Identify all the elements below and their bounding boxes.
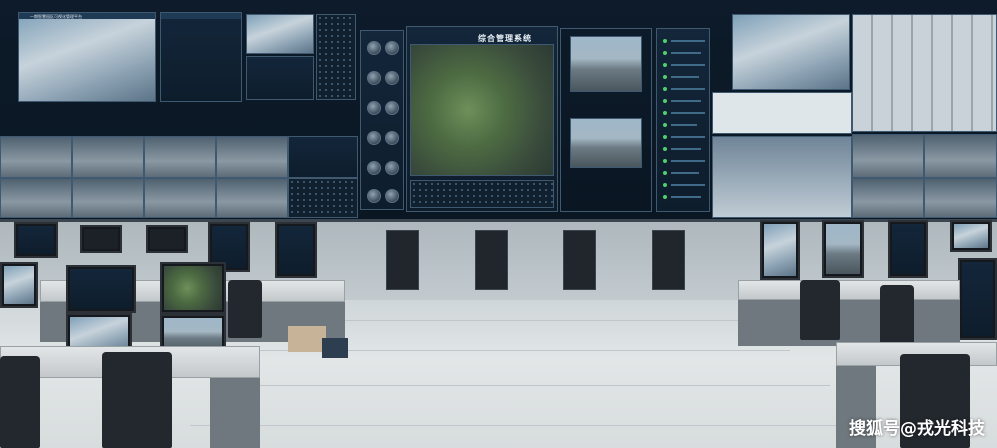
floor-box (288, 326, 326, 352)
wall-cam-14 (924, 178, 997, 218)
main-system-title: 综合管理系统 (478, 34, 532, 43)
monitor-right-5 (958, 258, 997, 340)
server-cabinet-3 (563, 230, 596, 290)
wall-screen-3d-floorplan (712, 136, 852, 218)
wall-screen-cam-frame (560, 28, 652, 212)
monitor-right-4 (950, 220, 992, 252)
monitor-left-5 (275, 222, 317, 278)
wall-screen-building (246, 14, 314, 54)
control-room-photo: 一期智慧园区可视化管理平台 综合管理系统 搜狐号@戎光科技 (0, 0, 997, 448)
wall-cam-13 (852, 178, 924, 218)
wall-cam-12 (924, 134, 997, 178)
monitor-front-3 (160, 262, 226, 314)
monitor-left-1 (14, 222, 58, 258)
left-panel-title: 一期智慧园区可视化管理平台 (30, 14, 82, 19)
wall-screen-aerial-map (410, 44, 554, 176)
chair-1 (0, 356, 40, 448)
wall-screen-server-room (852, 14, 997, 132)
monitor-front-2 (66, 265, 136, 313)
floor-bag (322, 338, 348, 358)
server-cabinet-4 (652, 230, 685, 290)
wall-cam-10 (288, 178, 358, 218)
wall-cam-9 (216, 178, 288, 218)
chair-5 (880, 285, 914, 345)
monitor-left-2 (80, 225, 122, 253)
monitor-right-1 (760, 220, 800, 280)
wall-cam-11 (852, 134, 924, 178)
watermark-text: 搜狐号@戎光科技 (849, 419, 985, 439)
wall-screen-city-3d (732, 14, 850, 90)
chair-4 (800, 280, 840, 340)
chair-2 (102, 352, 172, 448)
wall-screen-diagram (712, 92, 852, 134)
desk-right-back (738, 280, 960, 300)
chair-3 (228, 280, 262, 338)
monitor-left-3 (146, 225, 188, 253)
wall-screen-campus-3d (18, 12, 156, 102)
wall-cam-3 (144, 136, 216, 178)
wall-cam-4 (216, 136, 288, 178)
wall-cam-1 (0, 136, 72, 178)
monitor-front-1 (0, 262, 38, 308)
wall-screen-device-list (656, 28, 710, 212)
wall-cam-5 (288, 136, 358, 178)
wall-cam-7 (72, 178, 144, 218)
wall-cam-2 (72, 136, 144, 178)
server-cabinet-1 (386, 230, 419, 290)
monitor-right-2 (822, 220, 864, 278)
wall-screen-panel (316, 14, 356, 100)
wall-screen-bottom-toolbar (410, 180, 554, 208)
wall-screen-dashboard (160, 12, 242, 102)
wall-cam-8 (144, 178, 216, 218)
wall-cam-6 (0, 178, 72, 218)
wall-screen-knob-panel (360, 30, 404, 210)
video-wall: 一期智慧园区可视化管理平台 综合管理系统 (0, 0, 997, 222)
server-cabinet-2 (475, 230, 508, 290)
wall-screen-controls (246, 56, 314, 100)
monitor-right-3 (888, 220, 928, 278)
